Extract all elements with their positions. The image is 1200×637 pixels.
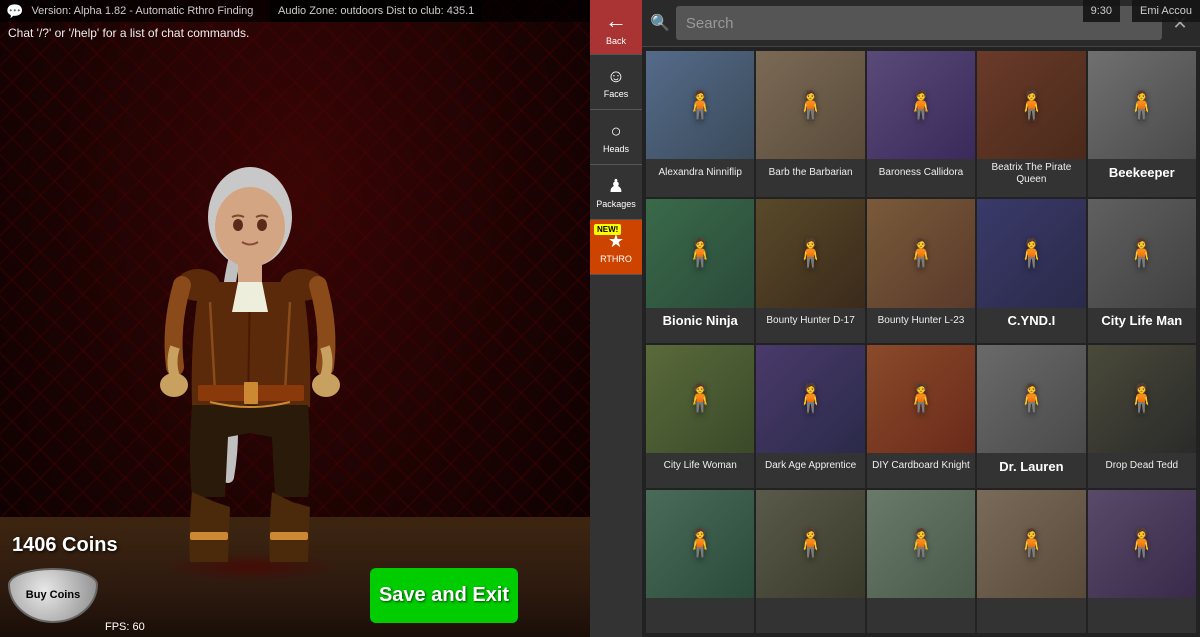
list-item[interactable]: 🧍 C.YND.I [977, 199, 1085, 342]
item-name [977, 598, 1085, 626]
list-item[interactable]: 🧍 [756, 490, 864, 633]
item-name [1088, 598, 1196, 626]
item-preview: 🧍 [1088, 490, 1196, 598]
back-button[interactable]: ← Back [590, 0, 642, 55]
list-item[interactable]: 🧍 Barb the Barbarian [756, 51, 864, 197]
character-figure [120, 117, 380, 577]
item-preview: 🧍 [977, 199, 1085, 307]
left-nav: ← Back ☺ Faces ○ Heads ♟ Packages NEW! ★… [590, 0, 642, 637]
item-name: City Life Man [1088, 308, 1196, 336]
list-item[interactable]: 🧍 Beekeeper [1088, 51, 1196, 197]
item-name: C.YND.I [977, 308, 1085, 336]
list-item[interactable]: 🧍 City Life Man [1088, 199, 1196, 342]
clock-bar: 9:30 [1083, 0, 1120, 22]
item-preview: 🧍 [756, 490, 864, 598]
item-preview: 🧍 [1088, 199, 1196, 307]
item-preview: 🧍 [1088, 345, 1196, 453]
item-preview: 🧍 [756, 51, 864, 159]
shop-panel: 🔍 ✕ 🧍 Alexandra Ninniflip 🧍 Barb the Bar… [642, 0, 1200, 637]
item-preview: 🧍 [867, 51, 975, 159]
item-name [756, 598, 864, 626]
item-name: Dr. Lauren [977, 453, 1085, 481]
account-bar: Emi Accou [1132, 0, 1200, 22]
audio-zone-bar: Audio Zone: outdoors Dist to club: 435.1 [270, 0, 482, 22]
item-name: Bionic Ninja [646, 308, 754, 336]
item-name: City Life Woman [646, 453, 754, 481]
chat-icon: 💬 [6, 3, 23, 20]
item-name: Baroness Callidora [867, 159, 975, 187]
save-exit-button[interactable]: Save and Exit [370, 568, 518, 623]
item-preview: 🧍 [1088, 51, 1196, 159]
items-grid: 🧍 Alexandra Ninniflip 🧍 Barb the Barbari… [642, 47, 1200, 637]
rthro-button[interactable]: NEW! ★ RTHRO [590, 220, 642, 275]
faces-button[interactable]: ☺ Faces [590, 55, 642, 110]
item-name: DIY Cardboard Knight [867, 453, 975, 481]
list-item[interactable]: 🧍 Bounty Hunter D-17 [756, 199, 864, 342]
list-item[interactable]: 🧍 Drop Dead Tedd [1088, 345, 1196, 488]
item-preview: 🧍 [977, 490, 1085, 598]
item-name: Barb the Barbarian [756, 159, 864, 187]
item-name: Bounty Hunter D-17 [756, 308, 864, 336]
list-item[interactable]: 🧍 City Life Woman [646, 345, 754, 488]
heads-button[interactable]: ○ Heads [590, 110, 642, 165]
item-preview: 🧍 [867, 490, 975, 598]
packages-button[interactable]: ♟ Packages [590, 165, 642, 220]
item-name [867, 598, 975, 626]
item-name: Beatrix The Pirate Queen [977, 159, 1085, 190]
item-preview: 🧍 [646, 51, 754, 159]
item-name: Drop Dead Tedd [1088, 453, 1196, 481]
list-item[interactable]: 🧍 Baroness Callidora [867, 51, 975, 197]
list-item[interactable]: 🧍 [977, 490, 1085, 633]
list-item[interactable]: 🧍 Alexandra Ninniflip [646, 51, 754, 197]
item-preview: 🧍 [756, 345, 864, 453]
coins-display: 1406 Coins [12, 534, 118, 557]
item-name: Dark Age Apprentice [756, 453, 864, 481]
item-preview: 🧍 [646, 345, 754, 453]
list-item[interactable]: 🧍 DIY Cardboard Knight [867, 345, 975, 488]
item-preview: 🧍 [977, 345, 1085, 453]
item-preview: 🧍 [646, 490, 754, 598]
list-item[interactable]: 🧍 [867, 490, 975, 633]
list-item[interactable]: 🧍 Dark Age Apprentice [756, 345, 864, 488]
game-viewport: 💬 Version: Alpha 1.82 - Automatic Rthro … [0, 0, 590, 637]
item-preview: 🧍 [867, 345, 975, 453]
list-item[interactable]: 🧍 Bounty Hunter L-23 [867, 199, 975, 342]
item-preview: 🧍 [756, 199, 864, 307]
item-name: Alexandra Ninniflip [646, 159, 754, 187]
list-item[interactable]: 🧍 Dr. Lauren [977, 345, 1085, 488]
item-name [646, 598, 754, 626]
list-item[interactable]: 🧍 [646, 490, 754, 633]
chat-hint: Chat '/?' or '/help' for a list of chat … [8, 26, 249, 40]
list-item[interactable]: 🧍 Bionic Ninja [646, 199, 754, 342]
item-name: Beekeeper [1088, 159, 1196, 187]
item-preview: 🧍 [867, 199, 975, 307]
search-icon: 🔍 [650, 13, 670, 33]
item-name: Bounty Hunter L-23 [867, 308, 975, 336]
version-text: Version: Alpha 1.82 - Automatic Rthro Fi… [31, 5, 253, 17]
item-preview: 🧍 [977, 51, 1085, 159]
fps-counter: FPS: 60 [105, 621, 145, 633]
list-item[interactable]: 🧍 Beatrix The Pirate Queen [977, 51, 1085, 197]
item-preview: 🧍 [646, 199, 754, 307]
list-item[interactable]: 🧍 [1088, 490, 1196, 633]
